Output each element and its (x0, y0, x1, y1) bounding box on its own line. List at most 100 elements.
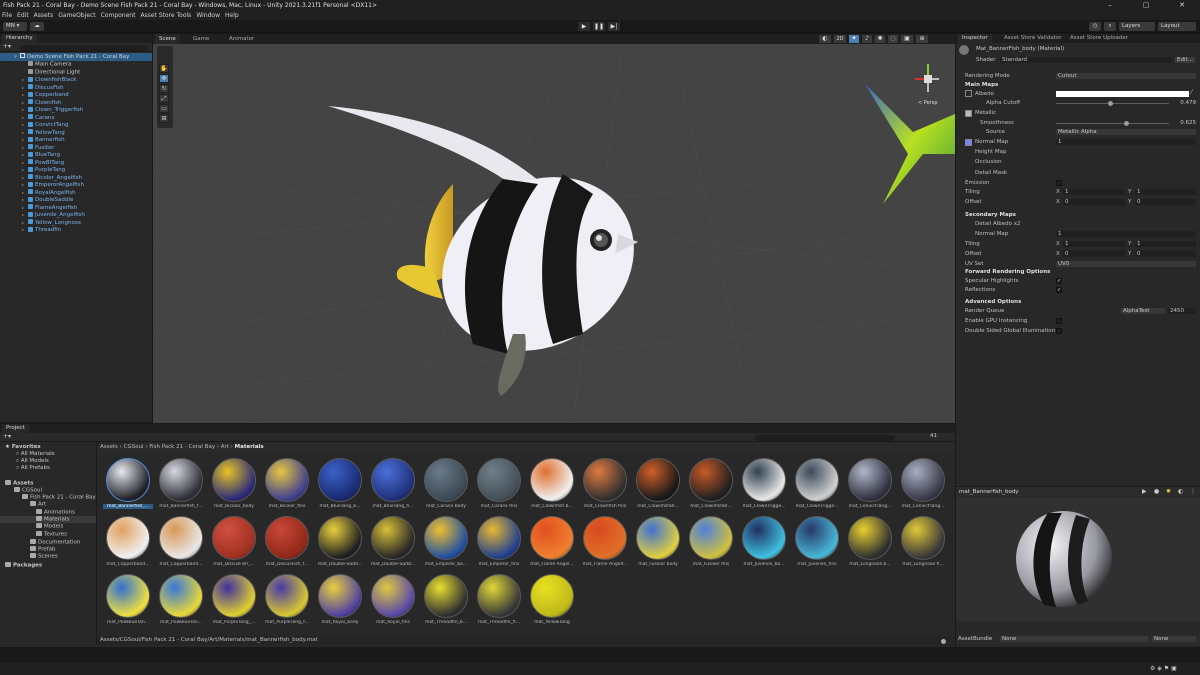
material-thumbnail[interactable]: mat_Longnose fi... (898, 516, 948, 572)
normal-map2-scale-field[interactable]: 1 (1056, 231, 1196, 237)
project-tree-item[interactable]: Assets (0, 480, 96, 487)
material-thumbnail[interactable]: mat_BlueTang_fi... (368, 458, 418, 514)
project-tree-item[interactable]: Prefab (0, 546, 96, 553)
camera-icon[interactable]: ▣ (901, 35, 913, 43)
material-thumbnail[interactable]: mat_Fusilier fins (686, 516, 736, 572)
material-thumbnail[interactable]: mat_Clownfish fins (580, 458, 630, 514)
breadcrumb-item[interactable]: Materials (235, 444, 264, 450)
move-tool-icon[interactable]: ✥ (159, 74, 169, 83)
material-thumbnail[interactable]: mat_Juvenile_fins (792, 516, 842, 572)
project-tree-item[interactable]: ⌕ All Materials (0, 451, 96, 458)
menu-edit[interactable]: Edit (17, 11, 29, 20)
tiling-y-field[interactable]: 1 (1135, 189, 1196, 195)
project-tree-item[interactable]: ★ Favorites (0, 444, 96, 451)
material-thumbnail[interactable]: mat_Emperor_bo... (421, 516, 471, 572)
material-thumbnail[interactable]: mat_Caranx body (421, 458, 471, 514)
alpha-cutoff-knob[interactable] (1107, 101, 1113, 106)
hierarchy-item[interactable]: ▸ Caranx (0, 114, 152, 122)
cloud-icon[interactable]: ☁ (30, 22, 44, 31)
material-thumbnail[interactable]: mat_Flame Angel... (527, 516, 577, 572)
menu-file[interactable]: File (2, 11, 12, 20)
assetbundle-dropdown[interactable]: None (1000, 636, 1148, 642)
hierarchy-item[interactable]: ▸ Bicolor_Angelfish (0, 174, 152, 182)
hierarchy-item[interactable]: ▸ ClownfishBlack (0, 76, 152, 84)
material-thumbnail[interactable]: mat_ClownfishBl... (633, 458, 683, 514)
material-thumbnail[interactable]: mat_Emperor_fins (474, 516, 524, 572)
tiling-x-field[interactable]: 1 (1063, 189, 1125, 195)
material-thumbnail[interactable]: mat_ClownTrigge... (792, 458, 842, 514)
material-preview[interactable] (956, 497, 1200, 621)
smoothness-value[interactable]: 0.625 (1172, 120, 1196, 126)
breadcrumb-item[interactable]: Art (221, 444, 229, 450)
material-thumbnail[interactable]: mat_PurpleTang_f... (262, 574, 312, 630)
uv-set-dropdown[interactable]: UV0 (1056, 261, 1196, 267)
material-thumbnail[interactable]: mat_Threadfin_b... (421, 574, 471, 630)
source-dropdown[interactable]: Metallic Alpha (1056, 129, 1196, 135)
hierarchy-item[interactable]: ▸ Fusilier (0, 144, 152, 152)
material-thumbnail[interactable]: mat_Double-Sadd... (315, 516, 365, 572)
material-thumbnail[interactable]: mat_ClownTrigge... (739, 458, 789, 514)
rect-tool-icon[interactable]: ▭ (159, 104, 169, 113)
material-thumbnail[interactable]: mat_Bannerfish_... (103, 458, 153, 514)
shader-dropdown[interactable]: Standard (1000, 57, 1172, 63)
edit-shader-button[interactable]: Edit... (1175, 57, 1195, 63)
persp-label[interactable]: < Persp (918, 100, 938, 106)
material-thumbnail[interactable]: mat_DiscusFish_... (209, 516, 259, 572)
project-tree-item[interactable]: ⌕ All Models (0, 458, 96, 465)
material-thumbnail[interactable]: mat_PowBlueTan... (156, 574, 206, 630)
hierarchy-item[interactable]: ▸ Yellow_Longnose (0, 219, 152, 227)
hierarchy-item[interactable]: ▸ Bannerfish (0, 136, 152, 144)
effects-icon[interactable]: ✺ (875, 35, 885, 43)
search-icon[interactable]: ⌕ (1104, 22, 1116, 31)
specular-highlights-checkbox[interactable]: ✓ (1056, 278, 1062, 284)
lighting-icon[interactable]: ✦ (849, 35, 859, 43)
assetbundle-variant-dropdown[interactable]: None (1152, 636, 1196, 642)
tab-asset-store-uploader[interactable]: Asset Store Uploader (1066, 34, 1132, 43)
tab-asset-store-validator[interactable]: Asset Store Validator (1000, 34, 1065, 43)
render-queue-field[interactable]: 2450 (1168, 308, 1196, 314)
menu-gameobject[interactable]: GameObject (58, 11, 95, 20)
material-thumbnail[interactable]: mat_Bicolor_fins (262, 458, 312, 514)
offset2-x-field[interactable]: 0 (1063, 251, 1125, 257)
offset2-y-field[interactable]: 0 (1135, 251, 1196, 257)
rendering-mode-dropdown[interactable]: Cutout (1056, 73, 1196, 79)
hierarchy-item[interactable]: ▸ ConvictTang (0, 121, 152, 129)
gizmos-icon[interactable]: ⊕ (916, 35, 928, 43)
material-thumbnail[interactable]: mat_Double-Sadd... (368, 516, 418, 572)
alpha-cutoff-value[interactable]: 0.479 (1172, 100, 1196, 106)
scene-view[interactable]: < Persp (153, 44, 955, 423)
material-thumbnail[interactable]: mat_DiscusFish_f... (262, 516, 312, 572)
tab-animator[interactable]: Animator (225, 34, 258, 44)
material-thumbnail[interactable]: mat_Royal_fins (368, 574, 418, 630)
material-thumbnail[interactable]: mat_PowBlueTan... (103, 574, 153, 630)
hierarchy-item[interactable]: ▸ DiscusFish (0, 84, 152, 92)
reflections-checkbox[interactable]: ✓ (1056, 287, 1062, 293)
tab-scene[interactable]: Scene (155, 34, 180, 44)
hierarchy-item[interactable]: ▸ Copperband (0, 91, 152, 99)
preview-light-icon[interactable]: ✹ (1166, 488, 1171, 495)
status-icons[interactable]: ⚙ ◈ ⚑ ▣ (1150, 665, 1177, 672)
hierarchy-item[interactable]: ▸ BlueTang (0, 151, 152, 159)
play-button[interactable]: ▶ (578, 22, 590, 31)
step-button[interactable]: ▶| (608, 22, 620, 31)
breadcrumb-item[interactable]: Assets (100, 444, 118, 450)
material-thumbnail[interactable]: mat_ConvictTang... (898, 458, 948, 514)
hierarchy-item[interactable]: ▸ RoyalAngelfish (0, 189, 152, 197)
material-thumbnail[interactable]: mat_Bicolor_body (209, 458, 259, 514)
audio-icon[interactable]: ♪ (862, 35, 872, 43)
material-thumbnail[interactable]: mat_Caranx fins (474, 458, 524, 514)
hierarchy-item[interactable]: ▸ PowBlTang (0, 159, 152, 167)
mode-2d-toggle[interactable]: 2D (834, 35, 846, 43)
project-tree-item[interactable]: Fish Pack 21 - Coral Bay (0, 494, 96, 501)
hierarchy-item[interactable]: ▸ Clownfish (0, 99, 152, 107)
add-icon[interactable]: +▾ (3, 43, 11, 50)
hierarchy-item[interactable]: ▸ YellowTang (0, 129, 152, 137)
layout-dropdown[interactable]: Layout (1158, 22, 1196, 31)
project-tree-item[interactable]: Animations (0, 509, 96, 516)
hierarchy-item[interactable]: ▸ DoubleSaddle (0, 196, 152, 204)
preview-sphere-icon[interactable]: ● (1154, 488, 1159, 495)
hierarchy-search-input[interactable] (20, 44, 148, 51)
albedo-color-swatch[interactable] (1056, 91, 1189, 97)
close-button[interactable]: ✕ (1164, 0, 1200, 11)
project-tree-item[interactable]: Models (0, 523, 96, 530)
